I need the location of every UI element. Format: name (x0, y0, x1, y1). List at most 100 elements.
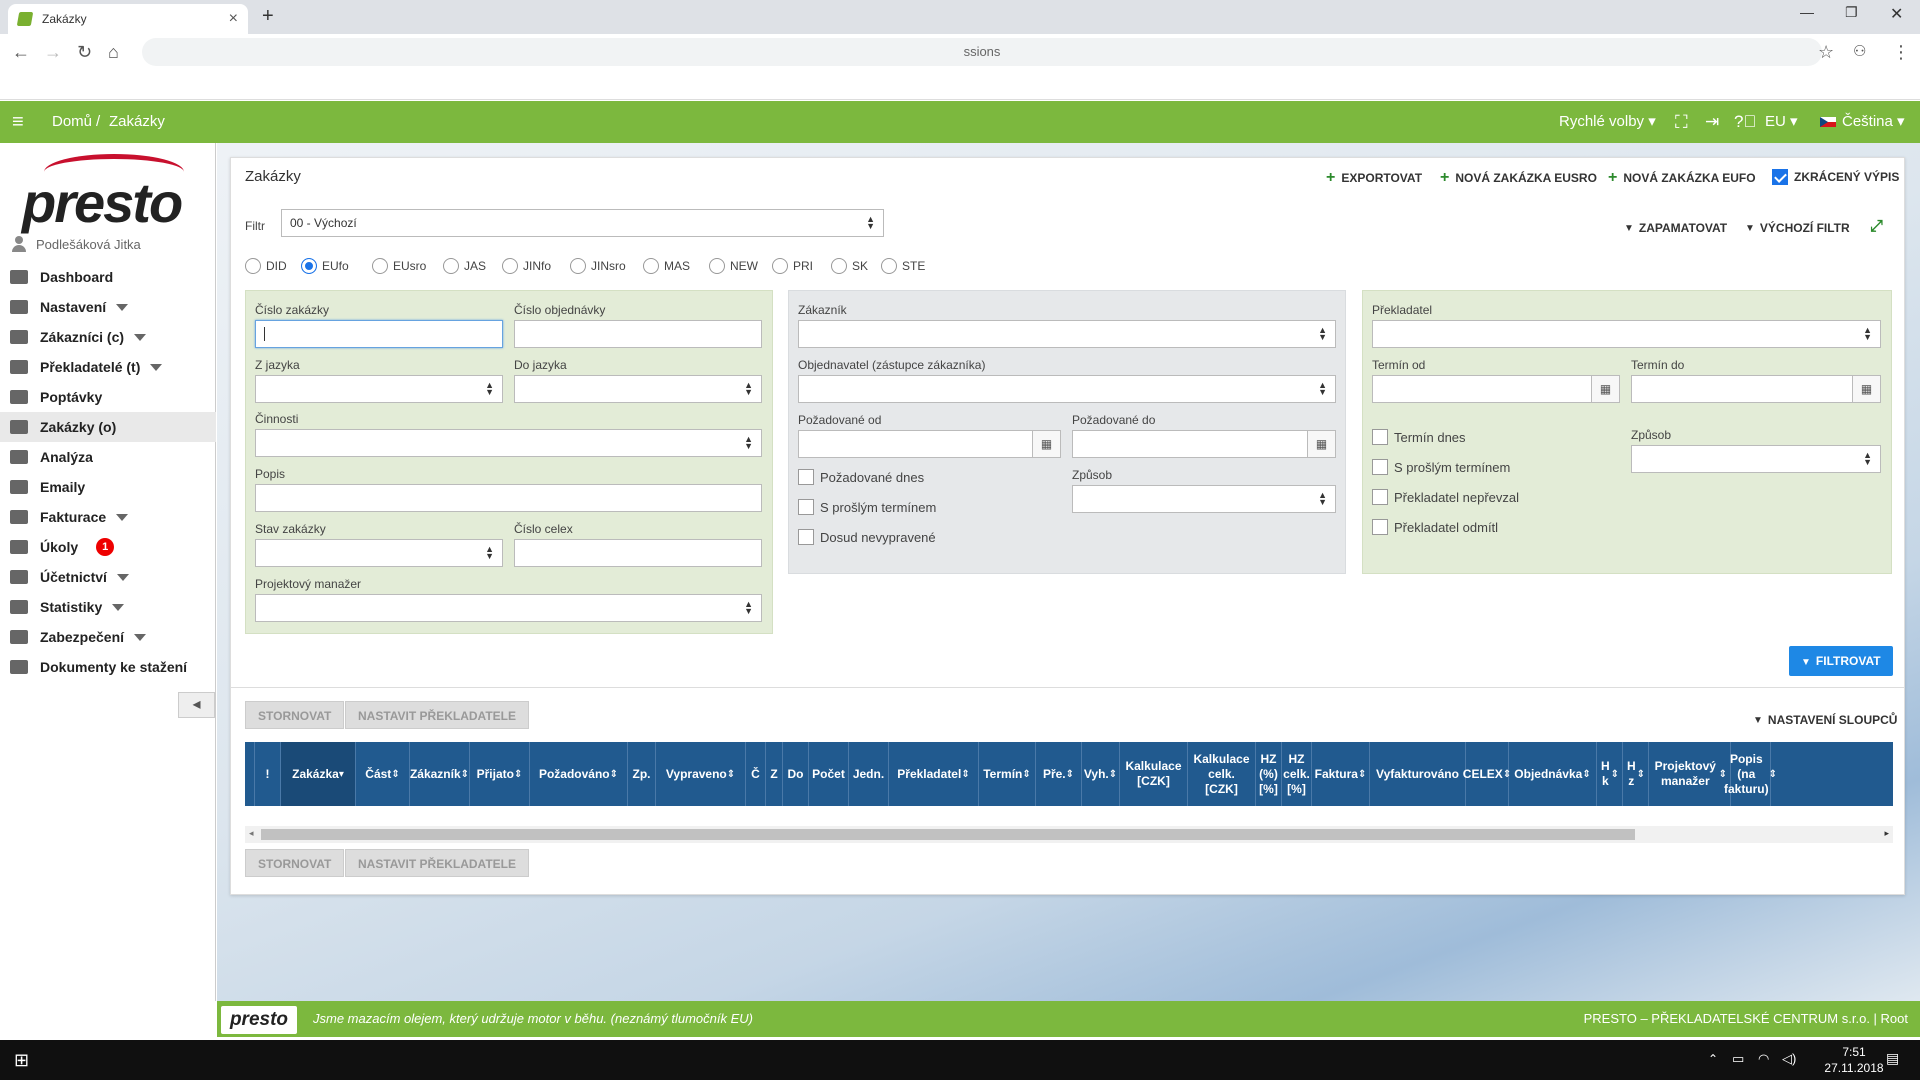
cancel-button-bottom[interactable]: STORNOVAT (245, 849, 345, 877)
sidebar-item[interactable]: Dashboard (0, 262, 216, 292)
column-header[interactable]: Část ⇕ (356, 742, 410, 806)
short-listing-toggle[interactable]: ZKRÁCENÝ VÝPIS (1772, 169, 1899, 185)
column-header[interactable]: Přijato ⇕ (470, 742, 530, 806)
set-translator-button-bottom[interactable]: NASTAVIT PŘEKLADATELE (345, 849, 529, 877)
radio-button[interactable] (643, 257, 659, 274)
sidebar-item[interactable]: Zakázky (o) (0, 412, 216, 442)
deadline-to-input[interactable]: ▦ (1631, 375, 1881, 403)
column-header[interactable]: Zp. (628, 742, 656, 806)
home-icon[interactable]: ⌂ (108, 42, 119, 63)
sort-icon[interactable]: ⇕ (461, 767, 469, 782)
column-header[interactable]: Do (783, 742, 809, 806)
radio-option[interactable]: NEW (709, 257, 772, 274)
column-header[interactable]: Popis (na fakturu) ⇕ (1724, 742, 1777, 806)
sort-icon[interactable]: ⇕ (1109, 767, 1117, 782)
required-from-input[interactable]: ▦ (798, 430, 1061, 458)
source-language-select[interactable]: ▲ ▼ (255, 375, 503, 403)
column-header[interactable]: Termín ⇕ (979, 742, 1036, 806)
collapse-sidebar-button[interactable]: ◂ (178, 692, 215, 718)
translator-select[interactable]: ▲ ▼ (1372, 320, 1881, 348)
sort-icon[interactable]: ⇕ (961, 767, 969, 782)
column-header[interactable]: Překladatel ⇕ (889, 742, 979, 806)
short-listing-checkbox[interactable] (1772, 169, 1788, 185)
forward-icon[interactable]: → (44, 42, 62, 63)
sidebar-item[interactable]: Dokumenty ke stažení (0, 652, 216, 682)
required-today-checkbox[interactable] (798, 469, 814, 485)
set-translator-button-top[interactable]: NASTAVIT PŘEKLADATELE (345, 701, 529, 729)
column-header[interactable]: Kalkulace celk. [CZK] (1188, 742, 1256, 806)
calendar-icon[interactable]: ▦ (1852, 376, 1880, 402)
bookmark-star-icon[interactable]: ☆ (1818, 42, 1834, 63)
back-icon[interactable]: ← (12, 42, 30, 63)
tab-close-icon[interactable]: × (229, 10, 238, 28)
window-close-icon[interactable]: ✕ (1890, 4, 1903, 24)
horizontal-scrollbar[interactable]: ◂ ▸ (245, 826, 1893, 843)
column-header[interactable]: H z ⇕ (1623, 742, 1649, 806)
sidebar-item[interactable]: Zabezpečení (0, 622, 216, 652)
new-order-eufo-button[interactable]: + NOVÁ ZAKÁZKA EUFO (1608, 169, 1756, 187)
order-status-select[interactable]: ▲ ▼ (255, 539, 503, 567)
column-header[interactable]: Č (746, 742, 766, 806)
celex-input[interactable] (514, 539, 762, 567)
sidebar-item[interactable]: Účetnictví (0, 562, 216, 592)
radio-option[interactable]: SK (831, 257, 881, 274)
required-today-option[interactable]: Požadované dnes (798, 469, 924, 485)
maximize-icon[interactable]: ❐ (1845, 4, 1858, 21)
sidebar-item[interactable]: Úkoly 1 (0, 532, 216, 562)
help-icon[interactable]: ?⃝ (1734, 101, 1756, 143)
new-tab-icon[interactable]: + (262, 5, 274, 28)
not-dispatched-checkbox[interactable] (798, 529, 814, 545)
customer-select[interactable]: ▲ ▼ (798, 320, 1336, 348)
column-header[interactable]: Pře. ⇕ (1036, 742, 1082, 806)
sort-icon[interactable]: ⇕ (727, 767, 735, 782)
sort-icon[interactable]: ⇕ (1637, 767, 1645, 782)
deadline-today-option[interactable]: Termín dnes (1372, 429, 1466, 445)
column-header[interactable]: Vyfakturováno (1370, 742, 1466, 806)
filter-select[interactable]: 00 - Výchozí ▲ ▼ (281, 209, 884, 237)
overdue-checkbox[interactable] (798, 499, 814, 515)
sidebar-item[interactable]: Zákazníci (c) (0, 322, 216, 352)
radio-button[interactable] (372, 257, 388, 274)
radio-option[interactable]: PRI (772, 257, 831, 274)
breadcrumb-home[interactable]: Domů (52, 101, 92, 143)
radio-option[interactable]: JINfo (502, 257, 570, 274)
hamburger-menu-icon[interactable]: ≡ (12, 101, 24, 143)
logout-icon[interactable]: ⇥ (1705, 101, 1719, 143)
project-manager-select[interactable]: ▲ ▼ (255, 594, 762, 622)
sidebar-item[interactable]: Poptávky (0, 382, 216, 412)
sort-icon[interactable]: ⇕ (1582, 767, 1590, 782)
column-header[interactable]: Z (766, 742, 783, 806)
default-filter-button[interactable]: ▼ VÝCHOZÍ FILTR (1745, 221, 1850, 235)
deadline-today-checkbox[interactable] (1372, 429, 1388, 445)
minimize-icon[interactable]: — (1800, 4, 1814, 20)
not-accepted-option[interactable]: Překladatel nepřevzal (1372, 489, 1519, 505)
deadline-from-input[interactable]: ▦ (1372, 375, 1620, 403)
volume-icon[interactable]: ◁) (1782, 1051, 1796, 1067)
column-header[interactable]: Počet (809, 742, 849, 806)
not-accepted-checkbox[interactable] (1372, 489, 1388, 505)
not-dispatched-option[interactable]: Dosud nevypravené (798, 529, 936, 545)
clock[interactable]: 7:51 27.11.2018 (1820, 1044, 1888, 1076)
fullscreen-icon[interactable]: ⛶ (1675, 101, 1688, 143)
column-header[interactable]: Vyh. ⇕ (1082, 742, 1120, 806)
notifications-icon[interactable]: ▤ (1886, 1050, 1899, 1067)
radio-button[interactable] (772, 257, 788, 274)
column-header[interactable]: Objednávka ⇕ (1509, 742, 1597, 806)
translator-overdue-checkbox[interactable] (1372, 459, 1388, 475)
address-bar[interactable]: ssions (142, 38, 1822, 66)
calendar-icon[interactable]: ▦ (1032, 431, 1060, 457)
battery-icon[interactable]: ▭ (1732, 1051, 1744, 1067)
extension-icon[interactable]: ⚇ (1853, 42, 1866, 60)
sort-icon[interactable]: ⇕ (1611, 767, 1619, 782)
declined-option[interactable]: Překladatel odmítl (1372, 519, 1498, 535)
reload-icon[interactable]: ↻ (77, 42, 92, 63)
sort-icon[interactable]: ⇕ (391, 767, 399, 782)
radio-button[interactable] (245, 257, 261, 274)
browser-menu-icon[interactable]: ⋮ (1892, 42, 1910, 63)
column-header[interactable]: Jedn. (849, 742, 889, 806)
radio-button[interactable] (570, 257, 586, 274)
column-header[interactable]: Zákazník ⇕ (410, 742, 470, 806)
order-number-input[interactable] (255, 320, 503, 348)
radio-button[interactable] (709, 257, 725, 274)
sidebar-item[interactable]: Statistiky (0, 592, 216, 622)
